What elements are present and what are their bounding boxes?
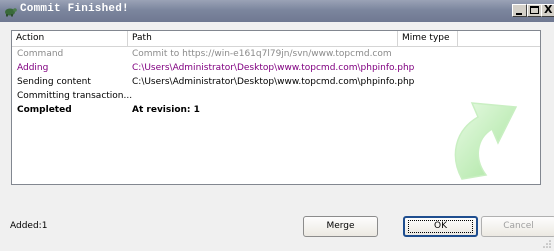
- resize-grip-icon[interactable]: [542, 239, 552, 249]
- row-path: C:\Users\Administrator\Desktop\www.topcm…: [132, 77, 415, 87]
- column-header-path[interactable]: Path: [128, 31, 398, 46]
- close-icon: X: [544, 3, 553, 16]
- close-button[interactable]: X: [541, 3, 554, 17]
- cancel-button[interactable]: Cancel: [481, 216, 554, 237]
- ok-button[interactable]: OK: [403, 216, 478, 237]
- column-header-mime-type[interactable]: Mime type: [398, 31, 458, 46]
- merge-button-label: Merge: [326, 221, 355, 231]
- maximize-button[interactable]: [527, 4, 542, 17]
- row-action: Completed: [17, 105, 72, 115]
- commit-log-list[interactable]: Action Path Mime type Command Commit to …: [11, 30, 541, 185]
- row-action: Adding: [17, 63, 49, 73]
- list-row[interactable]: Adding C:\Users\Administrator\Desktop\ww…: [12, 61, 540, 75]
- window-title: Commit Finished!: [20, 3, 129, 15]
- minimize-button[interactable]: [512, 4, 527, 17]
- tortoise-app-icon: [5, 8, 17, 17]
- list-header: Action Path Mime type: [12, 31, 540, 47]
- ok-button-label: OK: [434, 221, 447, 231]
- minimize-icon: [516, 13, 522, 15]
- list-row[interactable]: Command Commit to https://win-e161q7l79j…: [12, 47, 540, 61]
- row-path: At revision: 1: [132, 105, 200, 115]
- green-curved-arrow-icon: [454, 102, 518, 180]
- row-action: Committing transaction...: [17, 91, 133, 101]
- maximize-icon: [530, 6, 539, 14]
- row-action: Command: [17, 49, 64, 59]
- added-count-status: Added:1: [10, 221, 48, 231]
- merge-button[interactable]: Merge: [303, 216, 378, 237]
- column-header-action[interactable]: Action: [12, 31, 128, 46]
- row-path: C:\Users\Administrator\Desktop\www.topcm…: [132, 63, 415, 73]
- cancel-button-label: Cancel: [503, 221, 534, 231]
- row-path: Commit to https://win-e161q7l79jn/svn/ww…: [132, 49, 392, 59]
- row-action: Sending content: [17, 77, 91, 87]
- title-bar[interactable]: Commit Finished! X: [0, 0, 554, 22]
- list-row[interactable]: Sending content C:\Users\Administrator\D…: [12, 75, 540, 89]
- commit-finished-dialog: Commit Finished! X Action Path Mime type…: [0, 0, 554, 251]
